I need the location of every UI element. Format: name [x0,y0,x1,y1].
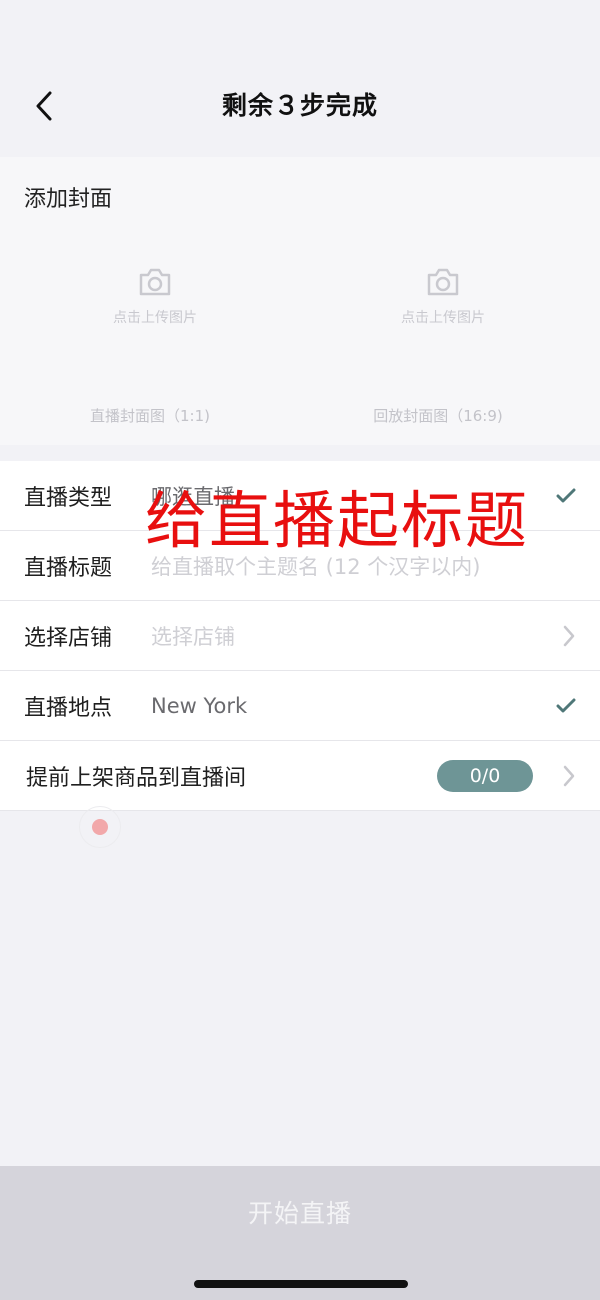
home-indicator [194,1280,408,1288]
start-live-button[interactable]: 开始直播 [0,1194,600,1230]
record-indicator [79,806,121,848]
chevron-right-icon [563,625,575,646]
preload-products-label: 提前上架商品到直播间 [26,765,247,791]
chevron-right-icon [563,765,575,786]
top-nav-bar: 剩余３步完成 [0,0,600,140]
live-location-row[interactable]: 直播地点 New York [0,671,600,741]
camera-icon [139,268,171,296]
upload-hint: 点击上传图片 [401,310,485,326]
select-store-placeholder: 选择店铺 [151,624,235,649]
checkmark-icon [556,698,576,712]
product-count-badge: 0/0 [437,760,533,792]
live-location-label: 直播地点 [24,695,113,721]
replay-cover-upload[interactable]: 点击上传图片 [298,267,588,347]
preload-products-row[interactable]: 提前上架商品到直播间 0/0 [0,741,600,811]
replay-cover-caption: 回放封面图（16:9) [373,407,503,425]
live-title-label: 直播标题 [24,555,113,581]
cover-section: 添加封面 点击上传图片 直播封面图（1:1) 点击上传图片 回放封面图（16:9… [0,157,600,445]
page-title: 剩余３步完成 [221,91,378,120]
upload-hint: 点击上传图片 [113,310,197,326]
checkmark-icon [556,488,576,502]
camera-icon [427,268,459,296]
select-store-label: 选择店铺 [24,625,113,651]
bottom-action-bar: 开始直播 [0,1166,600,1300]
live-type-label: 直播类型 [24,485,113,511]
select-store-row[interactable]: 选择店铺 选择店铺 [0,601,600,671]
live-location-value: New York [151,693,248,718]
record-dot-icon [92,819,108,835]
live-cover-caption: 直播封面图（1:1) [90,407,210,425]
live-cover-upload[interactable]: 点击上传图片 [10,267,300,347]
annotation-overlay-text: 给直播起标题 [145,484,530,557]
cover-section-title: 添加封面 [24,187,113,212]
